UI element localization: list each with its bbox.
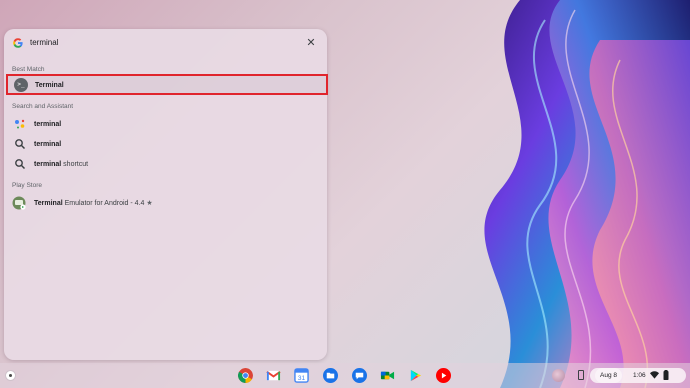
calendar-icon[interactable]: 31 <box>294 368 309 383</box>
play-store-icon[interactable] <box>408 368 423 383</box>
avatar[interactable] <box>552 369 565 382</box>
meet-icon[interactable] <box>380 368 395 383</box>
shelf: 31 Aug 8 1:06 <box>0 363 690 388</box>
google-icon <box>13 38 23 48</box>
best-match-title: Terminal <box>35 82 64 89</box>
launcher-panel: terminal ✕ Best Match >_ Terminal Search… <box>4 29 328 360</box>
date-tray[interactable]: Aug 8 <box>595 368 622 383</box>
gmail-icon[interactable] <box>266 368 281 383</box>
search-input[interactable]: terminal <box>30 38 58 48</box>
best-match-result[interactable]: >_ Terminal <box>6 74 328 95</box>
result-title: Terminal Emulator for Android - 4.4 ★ <box>34 200 153 207</box>
search-result[interactable]: terminal shortcut <box>6 154 327 174</box>
result-title: terminal shortcut <box>34 161 89 168</box>
section-label-search-assistant: Search and Assistant <box>12 103 74 110</box>
play-store-result[interactable]: Terminal Emulator for Android - 4.4 ★ <box>6 193 327 213</box>
svg-text:31: 31 <box>298 375 306 382</box>
messages-icon[interactable] <box>352 368 367 383</box>
youtube-icon[interactable] <box>436 368 451 383</box>
section-label-play-store: Play Store <box>12 182 42 189</box>
search-bar[interactable]: terminal ✕ <box>4 29 327 57</box>
search-result[interactable]: terminal <box>6 134 327 154</box>
chrome-icon[interactable] <box>238 368 253 383</box>
assistant-icon <box>15 119 25 129</box>
terminal-icon: >_ <box>14 78 28 92</box>
search-icon <box>15 139 26 150</box>
wifi-icon <box>650 371 659 379</box>
section-label-best-match: Best Match <box>12 66 45 73</box>
search-icon <box>15 159 26 170</box>
result-title: terminal <box>34 141 62 148</box>
rating-star-icon: ★ <box>146 200 153 207</box>
clock-time: 1:06 <box>633 372 646 379</box>
assistant-result[interactable]: terminal <box>6 114 327 134</box>
files-icon[interactable] <box>323 368 338 383</box>
launcher-button[interactable] <box>5 370 16 381</box>
close-icon[interactable]: ✕ <box>304 36 318 50</box>
terminal-emulator-app-icon <box>12 196 26 210</box>
result-title: terminal <box>34 121 62 128</box>
battery-icon <box>663 370 669 380</box>
phone-hub-icon[interactable] <box>578 370 584 380</box>
